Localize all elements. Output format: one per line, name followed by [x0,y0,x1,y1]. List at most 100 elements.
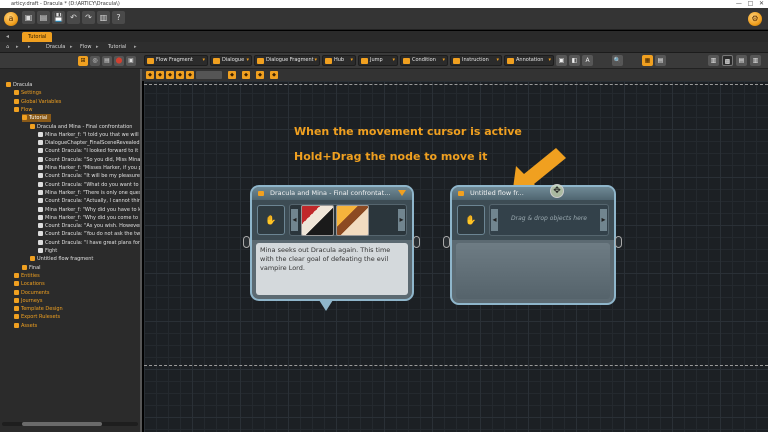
navigator-tool-icon[interactable]: ▣ [126,56,136,66]
tool-dialogue[interactable]: Dialogue ▾ [210,55,252,66]
tree-item[interactable]: Mina Harker_f: "I told you that we will … [38,131,140,139]
tool-flow-fragment[interactable]: Flow Fragment ▾ [144,55,208,66]
nav-back-icon[interactable]: ▸ [16,42,19,53]
tree-item[interactable]: Documents [14,289,50,297]
app-menu-orb-icon[interactable]: a [4,12,18,26]
tree-item[interactable]: Locations [14,280,45,288]
tool-hub[interactable]: Hub ▾ [322,55,356,66]
tree-item[interactable]: Final [22,264,41,272]
tree-item[interactable]: Count Dracula: "It will be my pleasure. … [38,172,140,180]
flow-canvas[interactable]: When the movement cursor is active Hold+… [144,81,768,432]
tree-item[interactable]: Count Dracula: "I looked forward to it M… [38,147,140,155]
tool-jump[interactable]: Jump ▾ [358,55,398,66]
tree-item[interactable]: Journeys [14,297,42,305]
nav-forward-icon[interactable]: ▸ [28,42,31,53]
open-project-button[interactable]: ▤ [37,11,50,24]
subtool-icon[interactable]: ◆ [228,71,236,79]
home-icon[interactable]: ⌂ [6,42,9,53]
tree-item[interactable]: Count Dracula: "What do you want to know… [38,181,140,189]
attachments-strip[interactable]: ◂ Drag & drop objects here ▸ [489,204,609,236]
subtool-icon[interactable]: ◆ [176,71,184,79]
undo-button[interactable]: ↶ [67,11,80,24]
output-pin[interactable] [413,236,420,248]
minimize-button[interactable]: — [736,0,742,7]
subtool-icon[interactable]: ◆ [270,71,278,79]
tree-item[interactable]: DialogueChapter_FinalSceneRevealed ... [38,139,140,147]
flow-fragment-node-dracula[interactable]: Dracula and Mina - Final confrontat... ✋… [250,185,414,301]
navigator-tool-icon[interactable]: ⬤ [114,56,124,66]
tree-item[interactable]: Count Dracula: "So you did, Miss Mina. D… [38,156,140,164]
tab-scroll-arrow-icon[interactable]: ◂ [6,31,9,42]
save-button[interactable]: 💾 [52,11,65,24]
tree-item[interactable]: Export Rulesets [14,313,60,321]
tree-item[interactable]: Dracula and Mina - Final confrontation [30,123,132,131]
node-text-empty[interactable] [456,243,610,299]
view-toggle-icon[interactable]: ◧ [569,55,580,66]
window-controls[interactable]: — □ ✕ [736,0,764,8]
tree-item[interactable]: Mina Harker_f: "Why did you have to kill… [38,206,140,214]
chevron-left-icon[interactable]: ◂ [291,209,298,231]
navigator-tool-icon[interactable]: ▤ [102,56,112,66]
scrollbar-thumb[interactable] [22,422,102,426]
attachments-strip[interactable]: ◂ ▸ [289,204,407,236]
node-header[interactable]: Untitled flow fr... [452,187,614,200]
tree-item[interactable]: Count Dracula: "I have great plans for t… [38,239,140,247]
tool-dialogue-fragment[interactable]: Dialogue Fragment ▾ [254,55,320,66]
chevron-right-icon[interactable]: ▸ [398,209,405,231]
new-project-button[interactable]: ▣ [22,11,35,24]
view-toggle-icon[interactable]: ▣ [556,55,567,66]
view-mode-icon[interactable]: ▦ [642,55,653,66]
tree-item[interactable]: Assets [14,322,37,330]
tree-item[interactable]: Settings [14,89,42,97]
navigator-tool-icon[interactable]: ⊞ [78,56,88,66]
subtool-icon[interactable]: ◆ [156,71,164,79]
tab-tutorial[interactable]: Tutorial [22,32,53,42]
settings-orb-icon[interactable]: ⚙ [748,12,762,26]
tree-item[interactable]: Count Dracula: "Actually, I cannot think… [38,197,140,205]
zoom-icon[interactable]: 🔍 [612,55,623,66]
input-pin[interactable] [443,236,450,248]
tree-item[interactable]: Untitled flow fragment [30,255,93,263]
chevron-left-icon[interactable]: ◂ [491,209,498,231]
redo-button[interactable]: ↷ [82,11,95,24]
tree-item[interactable]: Flow [14,106,32,114]
subtool-dropdown[interactable] [196,71,222,79]
list-view-icon[interactable]: ▤ [736,55,747,66]
breadcrumb-flow[interactable]: Flow [80,42,91,53]
tree-item[interactable]: Count Dracula: "As you wish. However, I … [38,222,140,230]
tree-item[interactable]: Fight [38,247,57,255]
tree-item[interactable]: Template Design [14,305,63,313]
tree-item[interactable]: Global Variables [14,98,61,106]
node-text[interactable]: Mina seeks out Dracula again. This time … [256,243,408,295]
dracula-portrait[interactable] [301,205,334,236]
tool-condition[interactable]: Condition ▾ [400,55,448,66]
view-mode-icon[interactable]: ▤ [655,55,666,66]
subtool-icon[interactable]: ◆ [242,71,250,79]
mina-portrait[interactable] [336,205,369,236]
node-header[interactable]: Dracula and Mina - Final confrontat... [252,187,412,200]
tree-item[interactable]: Entities [14,272,40,280]
tree-item[interactable]: Mina Harker_f: "Why did you come to Lond… [38,214,140,222]
font-size-icon[interactable]: A [582,55,593,66]
subtool-icon[interactable]: ◆ [166,71,174,79]
layout-button[interactable]: ▥ [97,11,110,24]
close-button[interactable]: ✕ [759,0,764,7]
breadcrumb-dracula[interactable]: Dracula [46,42,65,53]
flow-fragment-node-untitled[interactable]: Untitled flow fr... ✋ ◂ Drag & drop obje… [450,185,616,305]
tree-horizontal-scrollbar[interactable] [2,422,138,426]
tree-item[interactable]: Dracula [6,81,32,89]
layout-icon[interactable]: ▥ [708,55,719,66]
tool-annotation[interactable]: Annotation ▾ [504,55,554,66]
grid-view-icon[interactable]: ▩ [722,55,733,66]
detail-view-icon[interactable]: ▥ [750,55,761,66]
help-button[interactable]: ? [112,11,125,24]
tree-item[interactable]: Tutorial [22,114,52,123]
subtool-icon[interactable]: ◆ [146,71,154,79]
subtool-icon[interactable]: ◆ [256,71,264,79]
subtool-icon[interactable]: ◆ [186,71,194,79]
navigator-tool-icon[interactable]: ◎ [90,56,100,66]
collapse-arrow-icon[interactable] [398,190,406,196]
tree-item[interactable]: Mina Harker_f: "There is only one questi… [38,189,140,197]
chevron-right-icon[interactable]: ▸ [600,209,607,231]
speaker-slot-icon[interactable]: ✋ [457,205,485,235]
